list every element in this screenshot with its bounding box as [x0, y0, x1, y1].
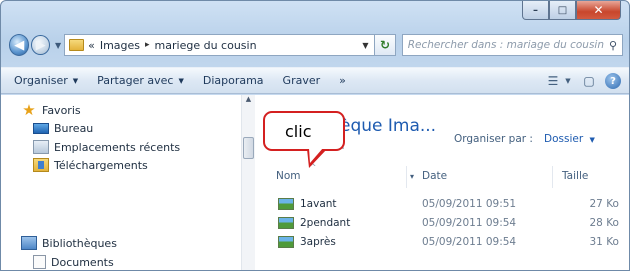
partager-label: Partager avec: [97, 74, 174, 87]
date-filter-icon[interactable]: ▾: [410, 172, 414, 181]
nav-item-bureau[interactable]: Bureau: [33, 122, 93, 135]
column-header-date[interactable]: Date: [422, 170, 447, 182]
library-title: èque Ima...: [340, 116, 437, 136]
refresh-button[interactable]: ↻: [375, 34, 396, 56]
column-divider[interactable]: [406, 166, 407, 188]
desktop-icon: [33, 123, 49, 134]
command-bar: Organiser ▼ Partager avec ▼ Diaporama Gr…: [1, 67, 629, 94]
callout-text: clic: [285, 121, 312, 141]
toolbar-right: ☰ ▼ ▢ ?: [537, 71, 621, 91]
organiser-label: Organiser: [14, 74, 68, 87]
arrange-by-dropdown[interactable]: Dossier ▼: [544, 133, 595, 145]
file-date: 05/09/2011 09:54: [422, 236, 517, 248]
documents-icon: [33, 255, 46, 269]
libraries-icon: [21, 236, 37, 250]
preview-pane-icon[interactable]: ▢: [579, 71, 599, 91]
downloads-icon: [33, 158, 49, 172]
file-name: 2pendant: [300, 217, 351, 229]
image-file-icon: [278, 198, 294, 210]
nav-item-telechargements[interactable]: Téléchargements: [33, 158, 148, 172]
caption-buttons: – □ ✕: [522, 1, 621, 20]
file-row[interactable]: 1avant 05/09/2011 09:51 27 Ko: [256, 195, 629, 214]
minimize-button[interactable]: –: [522, 1, 549, 20]
column-header-name[interactable]: Nom: [276, 170, 301, 182]
recent-pages-dropdown[interactable]: ▼: [55, 41, 61, 50]
column-divider[interactable]: [552, 166, 553, 188]
nav-item-label: Favoris: [42, 103, 81, 117]
star-icon: ★: [22, 101, 36, 119]
breadcrumb-mariege[interactable]: mariege du cousin: [155, 39, 257, 52]
diaporama-button[interactable]: Diaporama: [203, 74, 264, 87]
file-name: 1avant: [300, 198, 337, 210]
file-name: 3après: [300, 236, 336, 248]
chevron-down-icon: ▼: [72, 76, 79, 85]
file-date: 05/09/2011 09:54: [422, 217, 517, 229]
scroll-up-icon[interactable]: ▲: [242, 95, 255, 107]
search-icon[interactable]: ⚲: [604, 39, 622, 52]
nav-item-label: Téléchargements: [54, 158, 148, 172]
image-file-icon: [278, 217, 294, 229]
back-button[interactable]: ◀: [9, 34, 30, 56]
recent-places-icon: [33, 140, 49, 154]
forward-button[interactable]: ▶: [31, 35, 50, 55]
breadcrumb-images[interactable]: Images: [100, 39, 140, 52]
partager-menu[interactable]: Partager avec ▼: [97, 74, 184, 87]
arrange-by-value: Dossier: [544, 133, 584, 145]
folder-icon: [69, 39, 85, 51]
views-icon[interactable]: ☰: [543, 71, 563, 91]
maximize-button[interactable]: □: [549, 1, 576, 20]
nav-item-favoris[interactable]: ★ Favoris: [21, 101, 81, 119]
search-placeholder: Rechercher dans : mariage du cousin: [407, 39, 604, 51]
close-button[interactable]: ✕: [576, 1, 621, 20]
nav-item-recents[interactable]: Emplacements récents: [33, 140, 180, 154]
help-icon[interactable]: ?: [605, 73, 621, 89]
nav-item-label: Bibliothèques: [42, 236, 117, 250]
arrange-by-label: Organiser par :: [454, 133, 533, 145]
nav-item-label: Emplacements récents: [54, 140, 181, 154]
breadcrumb-separator[interactable]: ▸: [145, 40, 150, 50]
nav-item-label: Documents: [51, 255, 114, 269]
file-size: 31 Ko: [589, 236, 620, 248]
address-row: ◀ ▶ ▼ « Images ▸ mariege du cousin ▼ ↻ R…: [9, 31, 623, 59]
search-input[interactable]: Rechercher dans : mariage du cousin ⚲: [401, 34, 623, 56]
nav-item-label: Bureau: [54, 122, 94, 135]
navigation-pane: ★ Favoris Bureau Emplacements récents Té…: [1, 95, 239, 270]
file-size: 27 Ko: [589, 198, 620, 210]
column-header-size[interactable]: Taille: [562, 170, 588, 182]
nav-item-bibliotheques[interactable]: Bibliothèques: [21, 236, 117, 250]
views-dropdown[interactable]: ▼: [563, 71, 573, 91]
nav-item-documents[interactable]: Documents: [33, 255, 114, 269]
click-callout: clic: [263, 111, 345, 151]
image-file-icon: [278, 236, 294, 248]
file-date: 05/09/2011 09:51: [422, 198, 517, 210]
navigation-scrollbar[interactable]: ▲: [241, 95, 255, 270]
more-commands-button[interactable]: »: [339, 74, 346, 87]
address-dropdown-button[interactable]: ▼: [356, 41, 374, 50]
column-headers: Nom ^ ▾ Date Taille: [256, 163, 629, 188]
breadcrumb-overflow[interactable]: «: [88, 39, 95, 52]
chevron-down-icon: ▼: [178, 76, 184, 85]
file-row[interactable]: 3après 05/09/2011 09:54 31 Ko: [256, 233, 629, 252]
file-row[interactable]: 2pendant 05/09/2011 09:54 28 Ko: [256, 214, 629, 233]
address-bar[interactable]: « Images ▸ mariege du cousin ▼: [64, 34, 376, 56]
chevron-down-icon: ▼: [589, 136, 595, 144]
graver-button[interactable]: Graver: [283, 74, 321, 87]
scrollbar-thumb[interactable]: [243, 137, 254, 159]
organiser-menu[interactable]: Organiser ▼: [14, 74, 78, 87]
file-size: 28 Ko: [589, 217, 620, 229]
